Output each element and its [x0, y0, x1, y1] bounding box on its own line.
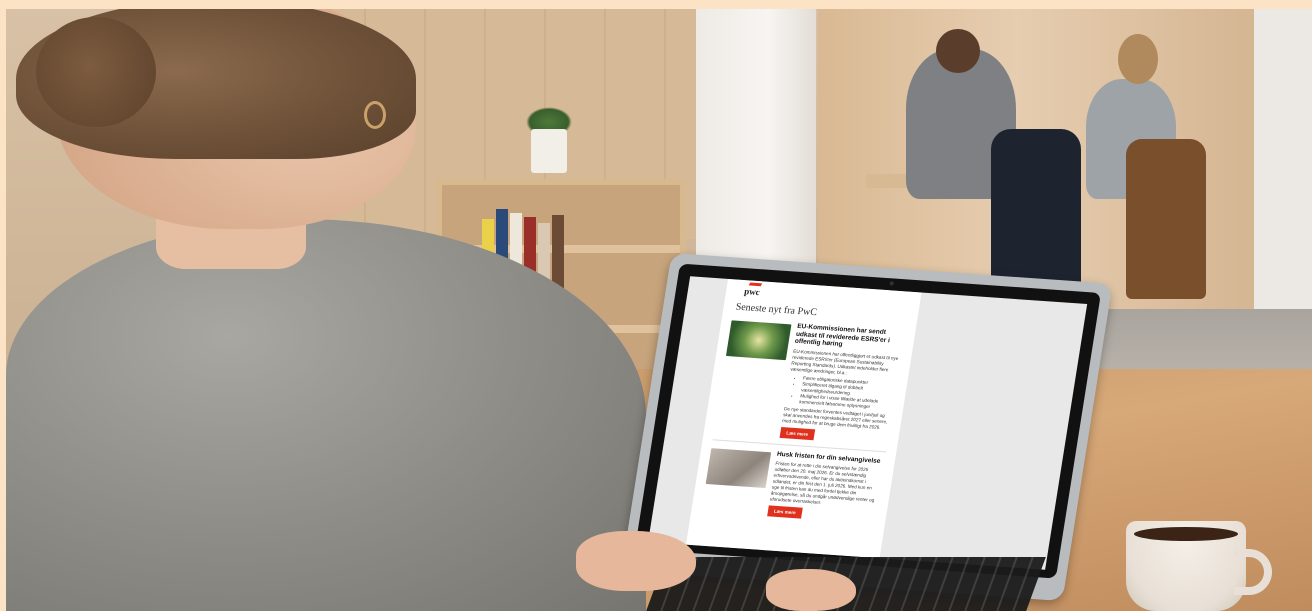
article-esrs: EU-Kommissionen har sendt udkast til rev… [714, 318, 906, 445]
newsletter-email: pwc Seneste nyt fra PwC EU-Kommissionen … [685, 278, 922, 559]
white-pillar [1254, 9, 1312, 339]
article-selvangivelse: Husk fristen for din selvangivelse Frist… [701, 446, 885, 524]
background-man-head [936, 29, 980, 73]
laptop-bezel: pwc Seneste nyt fra PwC EU-Kommissionen … [634, 263, 1102, 579]
office-chair-brown [1126, 139, 1206, 299]
article-intro: Fristen for at rette i din selvangivelse… [769, 460, 875, 505]
right-hand [766, 569, 856, 611]
typing-image [705, 447, 772, 488]
coffee-mug [1126, 521, 1246, 611]
read-more-button[interactable]: Læs mere [779, 426, 815, 440]
hoop-earring [364, 101, 386, 129]
article-title: EU-Kommissionen har sendt udkast til rev… [794, 322, 891, 349]
laptop: pwc Seneste nyt fra PwC EU-Kommissionen … [621, 252, 1113, 602]
camera-icon [889, 281, 895, 286]
left-hand [576, 531, 696, 591]
laptop-screen: pwc Seneste nyt fra PwC EU-Kommissionen … [648, 276, 1088, 570]
plant-image [725, 320, 792, 361]
office-photo: pwc Seneste nyt fra PwC EU-Kommissionen … [6, 9, 1312, 611]
article-bullets: Færre obligatoriske datapunkter Simplifi… [799, 375, 897, 411]
hair-bun [36, 17, 156, 127]
coffee [1134, 527, 1238, 541]
background-woman-head [1118, 34, 1158, 84]
read-more-button[interactable]: Læs mere [767, 505, 803, 519]
plant-pot [531, 129, 567, 173]
white-column [696, 9, 816, 289]
